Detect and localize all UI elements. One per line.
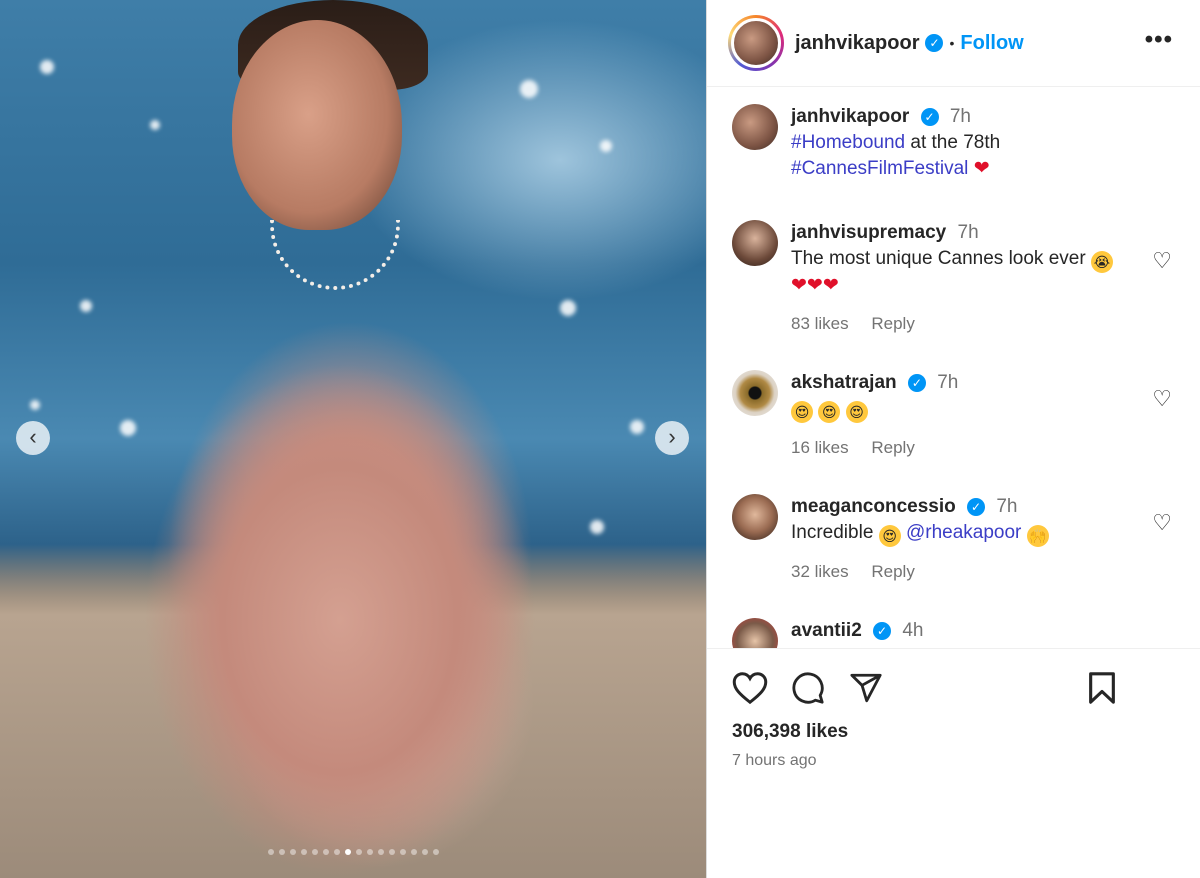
- carousel-dot: [432, 849, 439, 855]
- carousel-dot: [366, 849, 373, 855]
- heart-emoji: ❤: [973, 158, 990, 179]
- carousel-dot: [300, 849, 307, 855]
- verified-badge-icon: ✓: [907, 373, 926, 392]
- verified-badge-icon: ✓: [925, 34, 944, 52]
- carousel-dot: [421, 849, 428, 855]
- comment-time: 7h: [996, 496, 1018, 517]
- heart-eyes-emoji-icon: 😍: [878, 525, 901, 547]
- gown: [80, 200, 600, 878]
- hashtag-link[interactable]: #CannesFilmFestival: [791, 158, 968, 179]
- comment-username[interactable]: akshatrajan: [791, 372, 897, 393]
- mention-link[interactable]: @rheakapoor: [906, 522, 1021, 543]
- carousel-dot: [333, 849, 340, 855]
- reply-button[interactable]: Reply: [871, 562, 914, 581]
- carousel-dot: [267, 849, 274, 855]
- carousel-dot: [399, 849, 406, 855]
- post-actions: 306,398 likes 7 hours ago: [707, 648, 1200, 878]
- heart-eyes-emoji-icon: 😍: [845, 401, 868, 423]
- like-comment-heart-icon[interactable]: ♡: [1152, 248, 1172, 274]
- avatar[interactable]: [732, 104, 778, 150]
- carousel-dot: [377, 849, 384, 855]
- verified-badge-icon: ✓: [920, 107, 939, 126]
- crying-emoji-icon: 😭: [1090, 251, 1113, 273]
- carousel-dot: [355, 849, 362, 855]
- caption-username[interactable]: janhvikapoor: [791, 106, 909, 127]
- like-comment-heart-icon[interactable]: ♡: [1152, 510, 1172, 536]
- hashtag-link[interactable]: #Homebound: [791, 132, 905, 153]
- comment-likes[interactable]: 32 likes: [791, 562, 849, 581]
- follow-button[interactable]: Follow: [960, 32, 1023, 55]
- face: [232, 20, 402, 230]
- carousel-next-button[interactable]: ›: [655, 421, 689, 455]
- carousel-dot-active: [344, 849, 351, 855]
- comment-time: 7h: [957, 222, 979, 243]
- avatar[interactable]: [732, 370, 778, 416]
- comment-likes[interactable]: 16 likes: [791, 438, 849, 457]
- carousel-dot: [410, 849, 417, 855]
- heart-eyes-emoji-icon: 😍: [818, 401, 841, 423]
- comment-text: Incredible: [791, 522, 874, 543]
- comment-username[interactable]: avantii2: [791, 620, 862, 641]
- carousel-dots: [0, 849, 706, 855]
- post-sidebar: janhvikapoor ✓ • Follow ••• janhvikapoor…: [706, 0, 1200, 878]
- more-options-icon[interactable]: •••: [1145, 26, 1173, 54]
- share-send-icon[interactable]: [849, 671, 883, 705]
- avatar[interactable]: [731, 18, 781, 68]
- comments-list[interactable]: janhvikapoor ✓ 7h #Homebound at the 78th…: [707, 88, 1200, 648]
- avatar[interactable]: [732, 220, 778, 266]
- comment-text: The most unique Cannes look ever: [791, 248, 1086, 269]
- comment-bubble-icon[interactable]: [791, 671, 825, 705]
- carousel-dot: [322, 849, 329, 855]
- carousel-dot: [278, 849, 285, 855]
- reply-button[interactable]: Reply: [871, 314, 914, 333]
- reply-button[interactable]: Reply: [871, 438, 914, 457]
- header-username[interactable]: janhvikapoor: [795, 32, 919, 55]
- post-header: janhvikapoor ✓ • Follow •••: [707, 0, 1200, 87]
- avatar[interactable]: [732, 494, 778, 540]
- verified-badge-icon: ✓: [967, 497, 986, 516]
- post-timestamp[interactable]: 7 hours ago: [732, 752, 817, 770]
- save-bookmark-icon[interactable]: [1087, 671, 1117, 705]
- caption-text: at the 78th: [905, 132, 1001, 153]
- raising-hands-emoji-icon: 🙌: [1026, 525, 1049, 547]
- carousel-dot: [311, 849, 318, 855]
- comment-username[interactable]: janhvisupremacy: [791, 222, 946, 243]
- heart-eyes-emoji-icon: 😍: [791, 401, 813, 423]
- avatar[interactable]: [732, 618, 778, 648]
- comment-time: 7h: [937, 372, 959, 393]
- separator: •: [949, 35, 955, 51]
- comment-likes[interactable]: 83 likes: [791, 314, 849, 333]
- story-ring-avatar[interactable]: [728, 15, 784, 71]
- post-media[interactable]: ‹ ›: [0, 0, 706, 878]
- like-heart-icon[interactable]: [732, 671, 768, 705]
- verified-badge-icon: ✓: [873, 621, 892, 640]
- comment-username[interactable]: meaganconcessio: [791, 496, 956, 517]
- carousel-prev-button[interactable]: ‹: [16, 421, 50, 455]
- likes-count[interactable]: 306,398 likes: [732, 721, 848, 743]
- hearts-emoji: ❤❤❤: [791, 275, 839, 296]
- comment-time: 4h: [902, 620, 924, 641]
- like-comment-heart-icon[interactable]: ♡: [1152, 386, 1172, 412]
- caption-time: 7h: [949, 106, 971, 127]
- carousel-dot: [289, 849, 296, 855]
- carousel-dot: [388, 849, 395, 855]
